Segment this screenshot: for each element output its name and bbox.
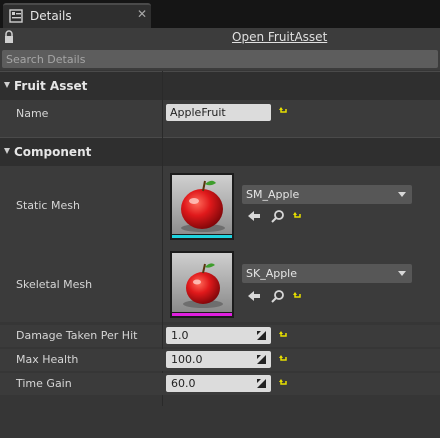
reset-to-default-icon[interactable] bbox=[293, 211, 303, 221]
time-gain-field[interactable]: 60.0 bbox=[166, 375, 271, 392]
magnifier-icon[interactable] bbox=[271, 289, 285, 303]
tab-title: Details bbox=[30, 9, 72, 23]
expand-arrow-icon[interactable] bbox=[4, 82, 10, 88]
magnifier-icon[interactable] bbox=[271, 209, 285, 223]
damage-value: 1.0 bbox=[171, 329, 189, 342]
open-asset-link[interactable]: Open FruitAsset bbox=[232, 30, 327, 44]
asset-type-color-bar bbox=[172, 313, 232, 316]
property-label-skeletal-mesh: Skeletal Mesh bbox=[16, 278, 93, 291]
property-label-time-gain: Time Gain bbox=[16, 377, 72, 390]
property-label-max-health: Max Health bbox=[16, 353, 79, 366]
column-divider bbox=[162, 166, 163, 244]
static-mesh-combo[interactable]: SM_Apple bbox=[242, 185, 412, 204]
reset-to-default-icon[interactable] bbox=[279, 106, 289, 116]
property-label-damage: Damage Taken Per Hit bbox=[16, 329, 138, 342]
category-label: Fruit Asset bbox=[14, 79, 88, 93]
property-row-time-gain: Time Gain 60.0 bbox=[0, 373, 440, 395]
apple-thumbnail-image bbox=[172, 175, 232, 234]
tab-bar: Details ✕ bbox=[0, 0, 440, 28]
search-box bbox=[2, 50, 438, 68]
name-field[interactable]: AppleFruit bbox=[166, 104, 271, 121]
expand-arrow-icon[interactable] bbox=[4, 148, 10, 154]
apple-thumbnail-image bbox=[172, 253, 232, 312]
dropdown-arrow-icon bbox=[398, 271, 406, 276]
drag-grip-icon[interactable] bbox=[257, 331, 266, 340]
property-label-static-mesh: Static Mesh bbox=[16, 199, 80, 212]
column-divider bbox=[162, 100, 163, 137]
category-label: Component bbox=[14, 145, 92, 159]
time-gain-value: 60.0 bbox=[171, 377, 196, 390]
property-row-max-health: Max Health 100.0 bbox=[0, 349, 440, 371]
property-row-name: Name AppleFruit bbox=[0, 100, 440, 137]
arrow-left-icon[interactable] bbox=[247, 209, 261, 223]
property-row-skeletal-mesh: Skeletal Mesh SK_Apple bbox=[0, 244, 440, 322]
category-fruit-asset[interactable]: Fruit Asset bbox=[0, 71, 440, 100]
skeletal-mesh-value: SK_Apple bbox=[246, 267, 298, 280]
drag-grip-icon[interactable] bbox=[257, 379, 266, 388]
details-toolbar: Open FruitAsset bbox=[0, 28, 440, 50]
dropdown-arrow-icon bbox=[398, 192, 406, 197]
skeletal-mesh-combo[interactable]: SK_Apple bbox=[242, 264, 412, 283]
reset-to-default-icon[interactable] bbox=[279, 354, 289, 364]
column-divider bbox=[162, 244, 163, 322]
property-row-static-mesh: Static Mesh SM_Apple bbox=[0, 166, 440, 244]
skeletal-mesh-thumbnail[interactable] bbox=[170, 251, 234, 318]
property-label-name: Name bbox=[16, 107, 49, 120]
reset-to-default-icon[interactable] bbox=[279, 378, 289, 388]
column-divider bbox=[162, 71, 163, 100]
lock-icon[interactable] bbox=[4, 30, 14, 44]
category-component[interactable]: Component bbox=[0, 137, 440, 166]
arrow-left-icon[interactable] bbox=[247, 289, 261, 303]
close-tab-icon[interactable]: ✕ bbox=[136, 7, 148, 21]
static-mesh-value: SM_Apple bbox=[246, 188, 300, 201]
tab-details[interactable]: Details ✕ bbox=[3, 3, 151, 28]
drag-grip-icon[interactable] bbox=[257, 355, 266, 364]
max-health-field[interactable]: 100.0 bbox=[166, 351, 271, 368]
max-health-value: 100.0 bbox=[171, 353, 203, 366]
damage-field[interactable]: 1.0 bbox=[166, 327, 271, 344]
static-mesh-thumbnail[interactable] bbox=[170, 173, 234, 240]
search-input[interactable] bbox=[2, 50, 438, 68]
column-divider bbox=[162, 137, 163, 166]
reset-to-default-icon[interactable] bbox=[279, 330, 289, 340]
details-icon bbox=[9, 9, 23, 23]
property-row-damage: Damage Taken Per Hit 1.0 bbox=[0, 325, 440, 347]
asset-type-color-bar bbox=[172, 235, 232, 238]
reset-to-default-icon[interactable] bbox=[293, 291, 303, 301]
